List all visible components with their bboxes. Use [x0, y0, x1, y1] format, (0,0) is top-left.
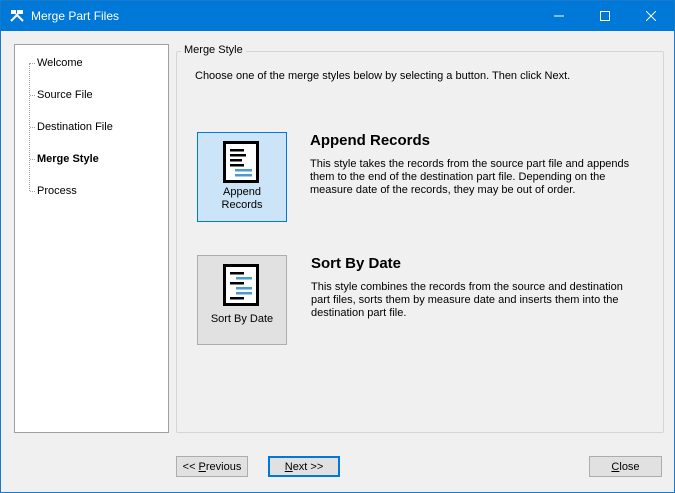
previous-rest: revious: [205, 461, 242, 473]
nav-item-label: Source File: [37, 89, 93, 101]
append-records-button[interactable]: Append Records: [197, 132, 287, 222]
maximize-button[interactable]: [582, 1, 628, 31]
next-mnemonic: N: [284, 461, 293, 473]
minimize-button[interactable]: [536, 1, 582, 31]
window-title: Merge Part Files: [31, 9, 120, 23]
previous-prefix: <<: [182, 461, 199, 473]
maximize-icon: [600, 11, 610, 21]
sort-button-label: Sort By Date: [210, 313, 274, 325]
nav-item-label: Destination File: [37, 121, 113, 133]
nav-item-label: Welcome: [37, 57, 83, 69]
append-records-icon: [223, 141, 259, 183]
previous-mnemonic: P: [198, 461, 206, 473]
instructions-text: Choose one of the merge styles below by …: [195, 70, 571, 82]
close-rest: lose: [619, 461, 640, 473]
nav-item-process[interactable]: Process: [30, 184, 77, 198]
sort-by-date-title: Sort By Date: [311, 255, 402, 272]
sort-by-date-description: This style combines the records from the…: [311, 281, 623, 319]
nav-item-welcome[interactable]: Welcome: [30, 56, 83, 70]
merge-part-files-window: Merge Part Files Welcome Source File Des…: [0, 0, 675, 493]
nav-item-destination-file[interactable]: Destination File: [30, 120, 113, 134]
sort-by-date-button[interactable]: Sort By Date: [197, 255, 287, 345]
nav-item-label: Process: [37, 185, 77, 197]
sort-by-date-icon: [223, 264, 259, 306]
close-button[interactable]: Close: [589, 456, 662, 477]
title-bar[interactable]: Merge Part Files: [1, 1, 674, 31]
close-window-button[interactable]: [628, 1, 674, 31]
append-button-label-line2: Records: [221, 199, 263, 211]
nav-item-merge-style[interactable]: Merge Style: [30, 152, 99, 166]
minimize-icon: [554, 15, 564, 17]
close-icon: [646, 11, 656, 21]
nav-item-label: Merge Style: [37, 153, 99, 165]
append-records-description: This style takes the records from the so…: [310, 158, 630, 196]
wizard-steps-tree: Welcome Source File Destination File Mer…: [14, 44, 169, 433]
append-button-label-line1: Append: [223, 186, 261, 198]
tools-icon: [10, 10, 24, 22]
group-title: Merge Style: [181, 44, 246, 56]
next-button[interactable]: Next >>: [268, 456, 340, 477]
merge-style-group: [176, 51, 664, 433]
append-records-title: Append Records: [310, 132, 431, 149]
previous-button[interactable]: << Previous: [176, 456, 248, 477]
next-rest: ext >>: [292, 461, 324, 473]
nav-item-source-file[interactable]: Source File: [30, 88, 93, 102]
